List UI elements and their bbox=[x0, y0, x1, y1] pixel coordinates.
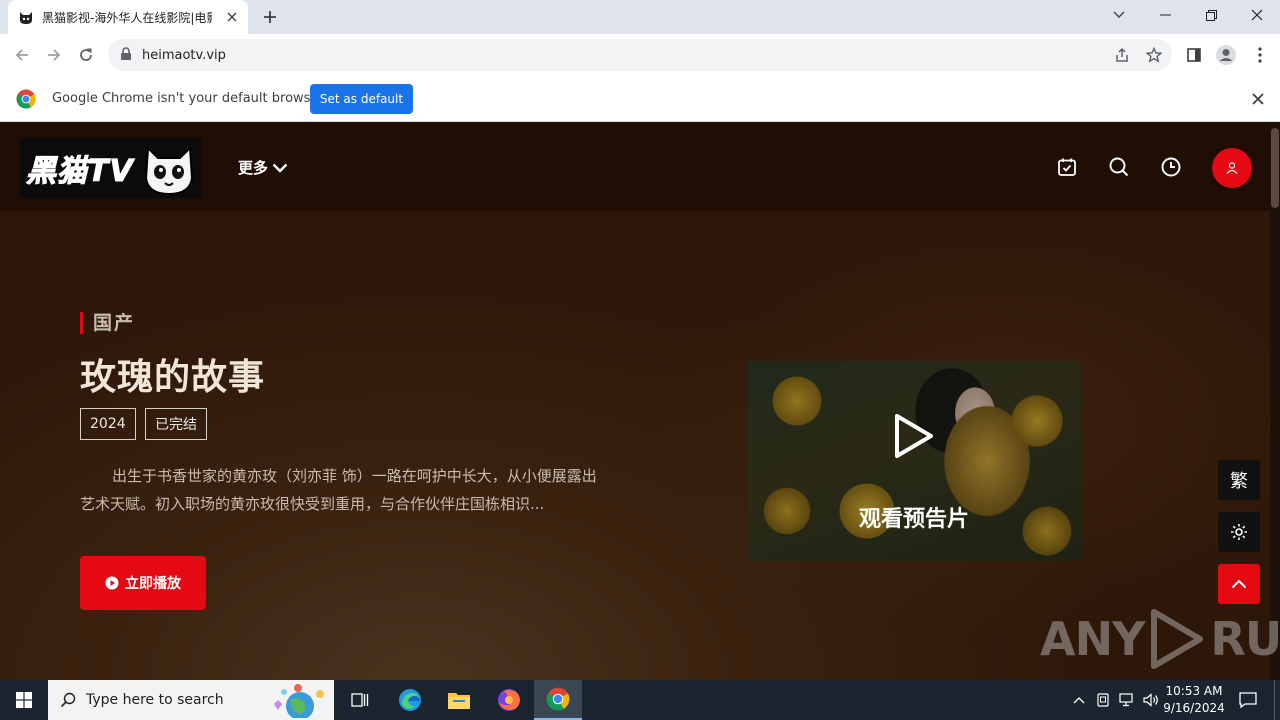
watermark-text-right: RUN bbox=[1210, 612, 1280, 666]
infobar-message: Google Chrome isn't your default browser bbox=[52, 91, 324, 106]
watch-trailer-label[interactable]: 观看预告片 bbox=[747, 501, 1081, 533]
play-now-button[interactable]: 立即播放 bbox=[80, 556, 206, 610]
traditional-chinese-label: 繁 bbox=[1230, 471, 1248, 492]
watermark-text-left: ANY bbox=[1040, 612, 1145, 666]
url-text[interactable]: heimaotv.vip bbox=[142, 48, 226, 63]
hero-tag-year: 2024 bbox=[80, 408, 136, 440]
task-view-button[interactable] bbox=[336, 680, 384, 720]
nav-more-label: 更多 bbox=[238, 159, 269, 177]
play-now-label: 立即播放 bbox=[125, 576, 181, 592]
chrome-logo-icon bbox=[16, 89, 36, 109]
logo-text: 黑猫TV bbox=[26, 154, 134, 190]
web-page: 黑猫TV 更多 国产 玫瑰的故事 2024 已完结 出生于书香世家的黄亦玫（刘亦… bbox=[0, 122, 1280, 680]
chevron-up-icon bbox=[1231, 579, 1247, 589]
volume-icon[interactable] bbox=[1140, 680, 1162, 720]
tray-device-icon[interactable] bbox=[1092, 680, 1114, 720]
site-header: 黑猫TV 更多 bbox=[0, 122, 1270, 211]
bookmark-star-icon[interactable] bbox=[1145, 46, 1163, 64]
browser-toolbar: heimaotv.vip bbox=[0, 34, 1280, 76]
play-circle-icon bbox=[105, 576, 119, 590]
history-clock-icon[interactable] bbox=[1160, 156, 1182, 178]
minimize-button[interactable] bbox=[1142, 0, 1188, 30]
user-account-button[interactable] bbox=[1212, 148, 1252, 188]
hero-description: 出生于书香世家的黄亦玫（刘亦菲 饰）一路在呵护中长大，从小便展露出艺术天赋。初入… bbox=[80, 467, 597, 513]
cat-mascot-icon bbox=[144, 145, 194, 196]
tab-title: 黑猫影视-海外华人在线影院|电影 bbox=[42, 10, 212, 25]
cat-favicon-icon bbox=[18, 9, 34, 25]
profile-avatar-icon[interactable] bbox=[1214, 43, 1238, 67]
network-icon[interactable] bbox=[1116, 680, 1138, 720]
taskbar-edge-button[interactable] bbox=[386, 680, 434, 720]
nav-more-menu[interactable]: 更多 bbox=[238, 157, 288, 178]
taskbar-search-box[interactable]: Type here to search bbox=[48, 680, 334, 720]
anyrun-watermark: ANY RUN bbox=[1040, 608, 1280, 670]
trailer-thumbnail[interactable]: 观看预告片 bbox=[747, 361, 1081, 561]
hero-tag-status: 已完结 bbox=[145, 408, 207, 440]
search-highlight-globe-icon bbox=[274, 684, 324, 718]
tab-search-chevron-icon[interactable] bbox=[1096, 0, 1142, 30]
browser-tab-strip: 黑猫影视-海外华人在线影院|电影 bbox=[0, 0, 1280, 34]
close-window-button[interactable] bbox=[1234, 0, 1280, 30]
clock-date: 9/16/2024 bbox=[1163, 701, 1225, 715]
hero-title: 玫瑰的故事 bbox=[80, 357, 266, 398]
search-icon bbox=[60, 692, 76, 708]
clock-time: 10:53 AM bbox=[1165, 684, 1223, 698]
taskbar-clock[interactable]: 10:53 AM 9/16/2024 bbox=[1160, 683, 1228, 717]
site-logo[interactable]: 黑猫TV bbox=[20, 138, 202, 198]
notification-center-icon[interactable] bbox=[1234, 680, 1262, 720]
traditional-chinese-button[interactable]: 繁 bbox=[1218, 460, 1260, 500]
chevron-down-icon bbox=[272, 163, 288, 173]
user-icon bbox=[1226, 162, 1238, 174]
new-tab-button[interactable] bbox=[258, 5, 282, 29]
browser-tab-active[interactable]: 黑猫影视-海外华人在线影院|电影 bbox=[8, 0, 248, 34]
lock-icon[interactable] bbox=[120, 46, 132, 65]
firefox-icon bbox=[498, 689, 520, 711]
restore-button[interactable] bbox=[1188, 0, 1234, 30]
infobar-close-icon[interactable] bbox=[1250, 91, 1266, 107]
chrome-menu-icon[interactable] bbox=[1248, 43, 1272, 67]
play-triangle-icon[interactable] bbox=[894, 413, 934, 459]
edge-icon bbox=[399, 689, 421, 711]
back-button[interactable] bbox=[9, 42, 35, 68]
show-desktop-button[interactable] bbox=[1274, 680, 1280, 720]
share-icon[interactable] bbox=[1113, 46, 1131, 64]
folder-icon bbox=[448, 693, 470, 709]
taskbar-file-explorer-button[interactable] bbox=[435, 680, 483, 720]
windows-logo-icon bbox=[16, 692, 32, 708]
watermark-play-icon bbox=[1151, 609, 1204, 669]
tab-close-icon[interactable] bbox=[224, 9, 240, 25]
windows-start-button[interactable] bbox=[0, 680, 48, 720]
windows-taskbar: Type here to search 10:53 AM 9/16/2024 bbox=[0, 680, 1280, 720]
calendar-check-icon[interactable] bbox=[1056, 156, 1078, 178]
taskbar-chrome-button[interactable] bbox=[534, 680, 582, 720]
tray-overflow-chevron-icon[interactable] bbox=[1068, 680, 1090, 720]
side-panel-icon[interactable] bbox=[1182, 43, 1206, 67]
forward-button[interactable] bbox=[41, 42, 67, 68]
settings-button[interactable] bbox=[1218, 512, 1260, 552]
address-bar[interactable]: heimaotv.vip bbox=[108, 39, 1172, 71]
gear-icon bbox=[1231, 524, 1247, 540]
taskbar-search-placeholder: Type here to search bbox=[86, 692, 224, 708]
taskbar-firefox-button[interactable] bbox=[485, 680, 533, 720]
hero-genre-label: 国产 bbox=[80, 312, 135, 334]
reload-button[interactable] bbox=[73, 42, 99, 68]
page-scrollbar[interactable] bbox=[1270, 122, 1280, 680]
default-browser-infobar: Google Chrome isn't your default browser… bbox=[0, 76, 1280, 122]
scrollbar-thumb[interactable] bbox=[1271, 128, 1279, 208]
chrome-icon bbox=[546, 687, 570, 711]
set-as-default-button[interactable]: Set as default bbox=[310, 84, 413, 114]
back-to-top-button[interactable] bbox=[1218, 564, 1260, 604]
search-icon[interactable] bbox=[1108, 156, 1130, 178]
task-view-icon bbox=[351, 693, 369, 707]
